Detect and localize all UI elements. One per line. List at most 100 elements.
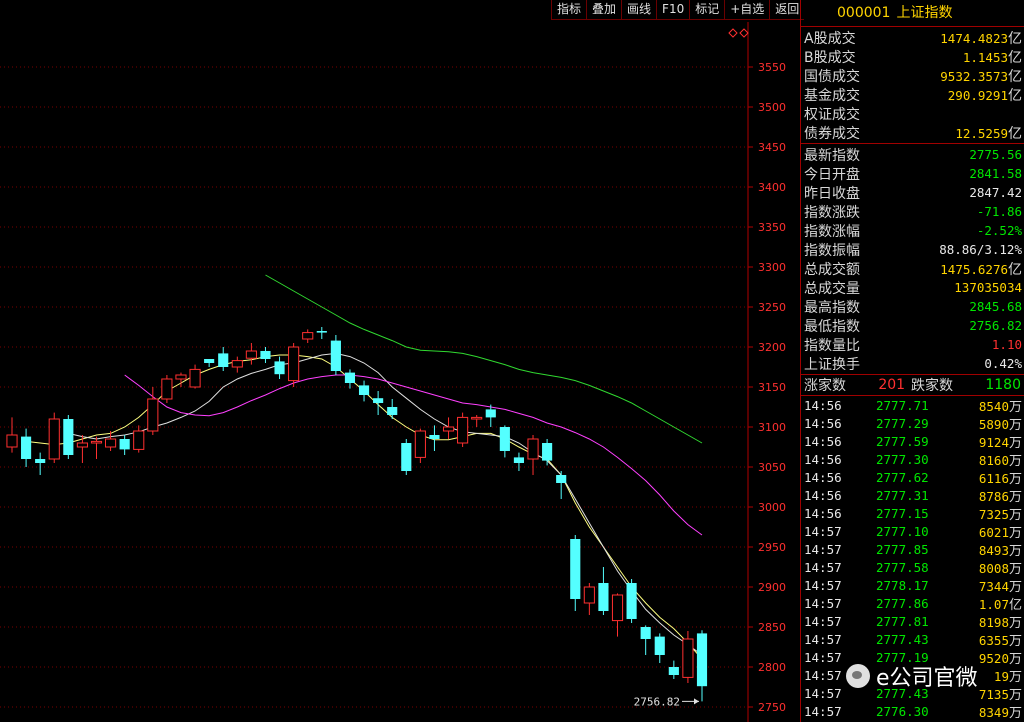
turnover-number: 12.5259 bbox=[955, 125, 1008, 141]
stat-row: 指数振幅 88.86/3.12% bbox=[801, 240, 1024, 259]
stat-value: 2841.58 bbox=[969, 166, 1022, 182]
candle-body bbox=[133, 430, 145, 450]
tick-time: 14:57 bbox=[804, 559, 842, 575]
stat-row: 今日开盘 2841.58 bbox=[801, 164, 1024, 183]
candlestick-svg[interactable]: 3550 3500 3450 3400 3350 3300 3250 3200 3150 3100… bbox=[0, 0, 800, 722]
stat-value: 137035034 bbox=[954, 280, 1022, 296]
candle-body bbox=[316, 331, 327, 333]
candle-body bbox=[583, 586, 595, 604]
tick-row[interactable]: 14:56 2777.15 7325万 bbox=[801, 504, 1024, 523]
stat-label: 最新指数 bbox=[804, 147, 860, 164]
candle-body bbox=[611, 594, 624, 622]
tick-volume-unit: 万 bbox=[1008, 471, 1022, 487]
tick-volume-number: 19 bbox=[993, 668, 1009, 684]
advance-decline-row: 涨家数 201 跌家数 1180 bbox=[801, 375, 1024, 396]
chart-toolbar: 指标 叠加 画线 F10 标记 +自选 返回 bbox=[551, 0, 805, 21]
candle-body bbox=[471, 416, 483, 420]
tick-price: 2777.29 bbox=[876, 415, 929, 431]
stat-label: 昨日收盘 bbox=[804, 185, 860, 202]
stat-label: 上证换手 bbox=[804, 356, 860, 373]
stat-number: 1475.6276 bbox=[940, 261, 1008, 277]
stat-row: 昨日收盘 2847.42 bbox=[801, 183, 1024, 202]
tick-volume-number: 8008 bbox=[978, 560, 1009, 576]
add-watchlist-button[interactable]: +自选 bbox=[724, 0, 770, 20]
mark-button[interactable]: 标记 bbox=[689, 0, 725, 20]
tick-row[interactable]: 14:57 2777.10 6021万 bbox=[801, 522, 1024, 541]
candle-body bbox=[21, 436, 32, 459]
y-tick-label: 3150 bbox=[758, 381, 786, 394]
y-tick-label: 3250 bbox=[758, 301, 786, 314]
tick-volume-unit: 万 bbox=[1008, 453, 1022, 469]
quote-panel: 000001 上证指数 A股成交 1474.4823亿 B股成交 1.1453亿 国债成交… bbox=[800, 0, 1024, 722]
tick-row[interactable]: 14:57 2777.58 8008万 bbox=[801, 558, 1024, 577]
tick-row[interactable]: 14:56 2777.31 8786万 bbox=[801, 486, 1024, 505]
y-tick-label: 3300 bbox=[758, 261, 786, 274]
low-price-arrowhead bbox=[694, 698, 699, 705]
turnover-value: 1474.4823亿 bbox=[940, 28, 1022, 48]
tick-time: 14:57 bbox=[804, 595, 842, 611]
tick-volume-number: 5890 bbox=[978, 416, 1009, 432]
stat-value: 0.42% bbox=[984, 356, 1022, 372]
stat-value: 1.10 bbox=[992, 337, 1022, 353]
tick-volume-number: 8160 bbox=[978, 452, 1009, 468]
tick-volume-number: 8786 bbox=[978, 488, 1009, 504]
tick-price: 2778.17 bbox=[876, 577, 929, 593]
kline-chart[interactable]: 3550 3500 3450 3400 3350 3300 3250 3200 3150 3100… bbox=[0, 0, 800, 722]
turnover-label: 权证成交 bbox=[804, 106, 860, 123]
stat-label: 指数涨幅 bbox=[804, 223, 860, 240]
tick-row[interactable]: 14:57 2777.81 8198万 bbox=[801, 612, 1024, 631]
turnover-label: 债券成交 bbox=[804, 125, 860, 142]
tick-row[interactable]: 14:56 2777.71 8540万 bbox=[801, 396, 1024, 415]
turnover-unit: 亿 bbox=[1008, 68, 1022, 85]
tick-volume-unit: 万 bbox=[1008, 489, 1022, 505]
tick-row[interactable]: 14:57 2777.43 6355万 bbox=[801, 630, 1024, 649]
tick-row[interactable]: 14:57 2777.86 1.07亿 bbox=[801, 594, 1024, 613]
tick-volume-number: 8493 bbox=[978, 542, 1009, 558]
tick-volume-unit: 万 bbox=[1008, 561, 1022, 577]
tick-volume: 1.07亿 bbox=[979, 594, 1022, 613]
tick-volume: 8008万 bbox=[979, 558, 1022, 577]
tick-volume-unit: 万 bbox=[1008, 651, 1022, 667]
turnover-unit: 亿 bbox=[1008, 87, 1022, 104]
tick-row[interactable]: 14:57 2777.85 8493万 bbox=[801, 540, 1024, 559]
candle-body bbox=[302, 332, 314, 340]
y-tick-label: 3200 bbox=[758, 341, 786, 354]
tick-row[interactable]: 14:57 2776.30 8349万 bbox=[801, 702, 1024, 721]
f10-button[interactable]: F10 bbox=[656, 0, 690, 20]
tick-row[interactable]: 14:57 2778.17 7344万 bbox=[801, 576, 1024, 595]
tick-row[interactable]: 14:56 2777.29 5890万 bbox=[801, 414, 1024, 433]
y-tick-label: 3050 bbox=[758, 461, 786, 474]
turnover-row: 权证成交 bbox=[801, 104, 1024, 123]
stat-label: 最低指数 bbox=[804, 318, 860, 335]
advance-count: 201 bbox=[878, 377, 906, 393]
tick-volume-number: 6355 bbox=[978, 632, 1009, 648]
y-tick-label: 2900 bbox=[758, 581, 786, 594]
draw-line-button[interactable]: 画线 bbox=[621, 0, 657, 20]
y-tick-label: 3550 bbox=[758, 61, 786, 74]
decline-label: 跌家数 bbox=[911, 378, 954, 394]
tick-row[interactable]: 14:56 2777.59 9124万 bbox=[801, 432, 1024, 451]
tick-volume-number: 8540 bbox=[978, 398, 1009, 414]
stat-row: 最低指数 2756.82 bbox=[801, 316, 1024, 335]
tick-time: 14:56 bbox=[804, 415, 842, 431]
candle-body bbox=[542, 443, 553, 461]
tick-row[interactable]: 14:56 2777.30 8160万 bbox=[801, 450, 1024, 469]
stat-number: 0.42% bbox=[984, 355, 1022, 371]
stat-label: 指数量比 bbox=[804, 337, 860, 354]
wechat-icon bbox=[846, 664, 870, 688]
tick-volume-number: 9520 bbox=[978, 650, 1009, 666]
stat-row: 指数涨跌 -71.86 bbox=[801, 202, 1024, 221]
stat-row: 上证换手 0.42% bbox=[801, 354, 1024, 373]
stat-unit: 亿 bbox=[1008, 261, 1022, 278]
candle-body bbox=[387, 407, 398, 415]
tick-volume: 19万 bbox=[994, 666, 1022, 685]
tick-time: 14:57 bbox=[804, 523, 842, 539]
tick-volume-number: 6021 bbox=[978, 524, 1009, 540]
y-tick-label: 2800 bbox=[758, 661, 786, 674]
turnover-number: 1474.4823 bbox=[940, 30, 1008, 46]
turnover-label: A股成交 bbox=[804, 30, 856, 47]
tick-row[interactable]: 14:56 2777.62 6116万 bbox=[801, 468, 1024, 487]
indicator-button[interactable]: 指标 bbox=[551, 0, 587, 20]
turnover-value: 12.5259亿 bbox=[955, 123, 1022, 143]
overlay-button[interactable]: 叠加 bbox=[586, 0, 622, 20]
